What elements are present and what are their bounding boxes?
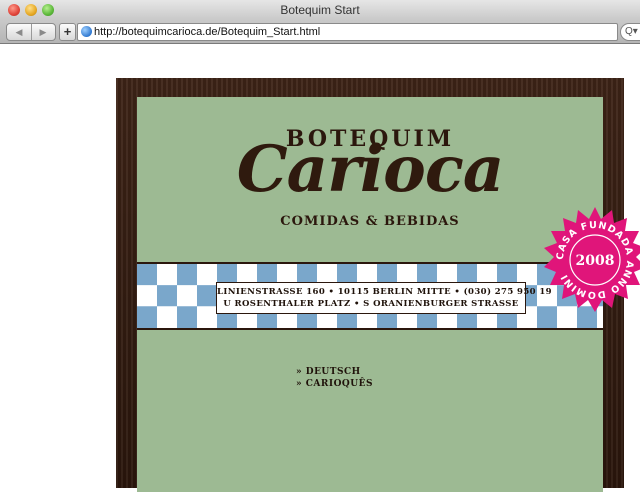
window-title: Botequim Start	[280, 3, 360, 17]
forward-button[interactable]: ▶	[31, 24, 55, 40]
globe-icon	[81, 26, 92, 37]
window-titlebar: Botequim Start	[0, 0, 640, 20]
address-url[interactable]: http://botequimcarioca.de/Botequim_Start…	[94, 24, 320, 40]
link-deutsch[interactable]: » DEUTSCH	[296, 367, 361, 377]
casa-fundada-stamp: CASA FUNDADA ANNO DOMINI 2008	[544, 207, 640, 312]
logo-carioca: Carioca	[236, 132, 505, 207]
address-line-2: U ROSENTHALER PLATZ • S ORANIENBURGER ST…	[223, 299, 519, 309]
address-line-1: LINIENSTRASSE 160 • 10115 BERLIN MITTE •…	[217, 287, 552, 297]
browser-toolbar: ◀ ▶ + http://botequimcarioca.de/Botequim…	[0, 20, 640, 44]
address-bar[interactable]: http://botequimcarioca.de/Botequim_Start…	[77, 23, 618, 41]
search-icon: Q▾	[625, 26, 638, 37]
forward-arrow-icon: ▶	[39, 27, 47, 37]
back-arrow-icon: ◀	[15, 27, 23, 37]
logo-tagline: COMIDAS & BEBIDAS	[280, 214, 460, 229]
add-bookmark-button[interactable]: +	[59, 23, 76, 41]
address-box: LINIENSTRASSE 160 • 10115 BERLIN MITTE •…	[216, 282, 552, 314]
link-carioques[interactable]: » CARIOQUÊS	[296, 379, 373, 389]
stamp-year: 2008	[576, 253, 615, 269]
back-button[interactable]: ◀	[7, 24, 32, 40]
search-field[interactable]: Q▾	[620, 23, 640, 41]
history-buttons: ◀ ▶	[6, 23, 56, 41]
